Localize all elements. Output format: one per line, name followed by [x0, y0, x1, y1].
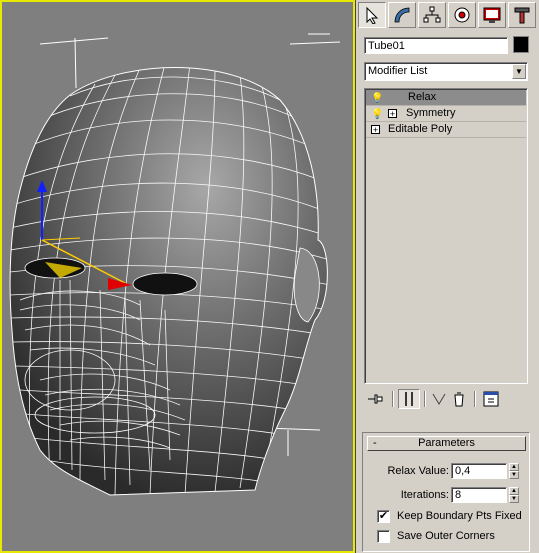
expand-icon[interactable]: +: [371, 125, 380, 135]
motion-icon: [454, 7, 470, 23]
keep-boundary-label: Keep Boundary Pts Fixed: [397, 510, 522, 522]
tab-utilities[interactable]: [508, 2, 536, 28]
show-end-result-button[interactable]: [398, 389, 420, 409]
tab-modify[interactable]: [388, 2, 416, 28]
configure-modifier-sets-button[interactable]: [480, 389, 502, 409]
hierarchy-icon: [423, 6, 441, 23]
relax-value-field[interactable]: 0,4: [451, 463, 507, 479]
spinner-up-icon[interactable]: ▲: [509, 463, 519, 471]
object-name-field[interactable]: Tube01: [364, 37, 508, 54]
stack-item-symmetry[interactable]: 💡 + Symmetry: [366, 106, 526, 122]
modifier-list-label: Modifier List: [368, 65, 428, 77]
utilities-icon: [514, 7, 530, 24]
make-unique-icon: [432, 393, 446, 405]
tab-display[interactable]: [478, 2, 506, 28]
pin-stack-button[interactable]: [364, 389, 386, 409]
stack-toolbar: [364, 389, 532, 411]
stack-item-label: Symmetry: [406, 107, 456, 119]
spinner-down-icon[interactable]: ▼: [509, 495, 519, 503]
command-panel-tabs: [358, 2, 538, 30]
iterations-label: Iterations:: [400, 489, 449, 501]
tab-motion[interactable]: [448, 2, 476, 28]
chevron-down-icon[interactable]: ▼: [512, 64, 526, 79]
command-panel: Tube01 Modifier List ▼ 💡 Relax 💡 + Symme…: [356, 0, 539, 553]
perspective-viewport[interactable]: [0, 0, 356, 553]
pin-stack-icon: [368, 394, 383, 404]
configure-sets-icon: [483, 391, 499, 407]
keep-boundary-checkbox[interactable]: ✔: [377, 510, 390, 523]
expand-icon[interactable]: +: [388, 109, 397, 119]
rollout-title: Parameters: [418, 437, 475, 449]
stack-item-label: Relax: [408, 91, 437, 103]
save-outer-corners-label: Save Outer Corners: [397, 530, 495, 542]
modifier-stack[interactable]: 💡 Relax 💡 + Symmetry + Editable Poly: [364, 88, 528, 384]
stack-item-editable-poly[interactable]: + Editable Poly: [366, 122, 526, 138]
relax-value-label: Relax Value:: [387, 465, 449, 477]
object-color-swatch[interactable]: [513, 36, 529, 53]
remove-modifier-button[interactable]: [448, 389, 470, 409]
head-mesh-render: [9, 33, 341, 496]
parameters-rollout: - Parameters Relax Value: 0,4 ▲ ▼ Iterat…: [362, 432, 530, 552]
modify-icon: [394, 7, 410, 23]
lightbulb-icon[interactable]: 💡: [371, 107, 383, 122]
stack-item-relax[interactable]: 💡 Relax: [366, 90, 526, 106]
make-unique-button[interactable]: [428, 389, 450, 409]
iterations-field[interactable]: 8: [451, 487, 507, 503]
collapse-icon: -: [373, 437, 377, 449]
tab-hierarchy[interactable]: [418, 2, 446, 28]
remove-modifier-icon: [454, 392, 464, 407]
relax-value-spinner[interactable]: ▲ ▼: [509, 463, 519, 479]
iterations-spinner[interactable]: ▲ ▼: [509, 487, 519, 503]
save-outer-corners-checkbox[interactable]: [377, 530, 390, 543]
display-icon: [483, 7, 501, 23]
spinner-down-icon[interactable]: ▼: [509, 471, 519, 479]
lightbulb-icon[interactable]: 💡: [371, 91, 383, 106]
stack-item-label: Editable Poly: [388, 123, 453, 135]
spinner-up-icon[interactable]: ▲: [509, 487, 519, 495]
create-icon: [366, 6, 379, 24]
modifier-list-dropdown[interactable]: Modifier List ▼: [364, 62, 528, 81]
show-end-result-icon: [405, 392, 413, 406]
checkmark-icon: ✔: [378, 510, 389, 522]
tab-create[interactable]: [358, 2, 386, 28]
parameters-rollout-header[interactable]: - Parameters: [367, 436, 526, 451]
